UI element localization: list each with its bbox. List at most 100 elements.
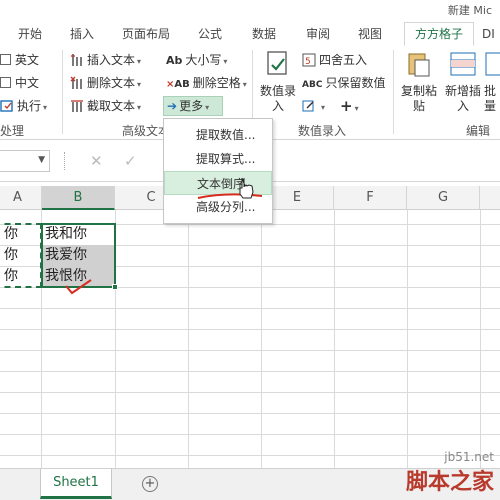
group-label-process: 处理 — [0, 124, 25, 138]
tab-insert[interactable]: 插入 — [62, 24, 102, 46]
chevron-down-icon: ▾ — [242, 80, 247, 89]
batch-label-2: 量 — [484, 99, 497, 113]
case-icon: Ab — [166, 54, 183, 67]
more-button[interactable]: ➔ 更多 ▾ — [163, 96, 223, 116]
chevron-down-icon: ▾ — [137, 103, 142, 112]
gridline — [407, 210, 408, 468]
batch-icon — [485, 52, 500, 76]
round-button[interactable]: 5 四舍五入 — [302, 50, 367, 70]
batch-label-1: 批 — [484, 84, 497, 98]
chevron-down-icon: ▾ — [223, 57, 228, 66]
confirm-icon[interactable]: ✓ — [124, 152, 137, 170]
keep-values-label: 只保留数值 — [325, 76, 386, 90]
chinese-option[interactable]: 中文 — [0, 73, 39, 93]
insert-text-button[interactable]: 插入文本 ▾ — [70, 50, 141, 70]
insert-text-icon — [71, 53, 82, 66]
chinese-label: 中文 — [15, 76, 40, 90]
copy-paste-label-1: 复制粘 — [400, 84, 437, 98]
clipboard-icon — [408, 53, 430, 77]
keep-values-icon: ABC — [302, 80, 323, 90]
tab-review[interactable]: 审阅 — [298, 24, 338, 46]
svg-text:5: 5 — [305, 57, 311, 67]
underline-annotation — [197, 193, 263, 199]
english-checkbox[interactable] — [0, 54, 11, 65]
group-label-value-input: 数值录入 — [298, 124, 347, 138]
gridline — [261, 210, 262, 468]
menu-item-extract-formulas[interactable]: 提取算式... — [164, 147, 272, 171]
add-sheet-icon[interactable]: + — [142, 476, 158, 492]
name-box[interactable]: ▼ — [0, 150, 50, 172]
fill-handle[interactable] — [112, 284, 118, 290]
copy-paste-button[interactable]: 复制粘 贴 — [398, 50, 440, 114]
extract-text-icon — [71, 99, 83, 112]
gridline — [334, 210, 335, 468]
tab-page-layout[interactable]: 页面布局 — [114, 24, 178, 46]
batch-button[interactable]: 批 量 — [484, 50, 500, 114]
copy-marquee — [0, 223, 42, 288]
chevron-down-icon: ▾ — [137, 57, 142, 66]
round-icon: 5 — [302, 53, 316, 67]
column-header-f[interactable]: F — [334, 186, 407, 210]
ribbon-tabs: 开始 插入 页面布局 公式 数据 审阅 视图 方方格子 DI — [0, 20, 500, 66]
tab-data[interactable]: 数据 — [244, 24, 284, 46]
delete-text-label: 删除文本 — [87, 76, 136, 90]
gridline — [188, 210, 189, 468]
column-header-b[interactable]: B — [42, 186, 115, 210]
tab-di[interactable]: DI — [482, 24, 500, 46]
keep-values-button[interactable]: ABC 只保留数值 — [302, 73, 385, 93]
extract-text-label: 截取文本 — [87, 99, 136, 113]
watermark-url: jb51.net — [444, 450, 494, 464]
arrow-right-icon: ➔ — [167, 99, 178, 113]
english-option[interactable]: 英文 — [0, 50, 39, 70]
execute-label: 执行 — [17, 99, 42, 113]
extract-text-button[interactable]: 截取文本 ▾ — [70, 96, 141, 116]
column-header-a[interactable]: A — [0, 186, 42, 210]
add-button[interactable]: + ▾ — [340, 96, 359, 116]
chevron-down-icon[interactable]: ▼ — [38, 155, 45, 165]
chevron-down-icon: ▾ — [354, 104, 359, 113]
tab-formulas[interactable]: 公式 — [190, 24, 230, 46]
english-label: 英文 — [15, 53, 40, 67]
gridline — [0, 350, 500, 351]
chevron-down-icon: ▾ — [321, 103, 326, 112]
add-insert-button[interactable]: 新增插 入 — [442, 50, 484, 114]
chevron-down-icon: ▾ — [137, 80, 142, 89]
tab-home[interactable]: 开始 — [10, 24, 50, 46]
gridline — [0, 329, 500, 330]
watermark-name: 脚本之家 — [405, 469, 494, 495]
delete-space-label: 删除空格 — [192, 76, 241, 90]
delete-space-button[interactable]: ×AB 删除空格 ▾ — [166, 73, 247, 93]
gridline — [0, 434, 500, 435]
tab-fangfang-gezi[interactable]: 方方格子 — [404, 22, 474, 46]
value-input-label-2: 入 — [271, 99, 284, 113]
cursor-icon — [239, 177, 254, 199]
execute-icon — [0, 99, 13, 112]
edit-cell-icon — [302, 100, 314, 111]
delete-text-button[interactable]: 删除文本 ▾ — [70, 73, 141, 93]
column-header-g[interactable]: G — [407, 186, 480, 210]
title-bar: 新建 Mic — [0, 0, 500, 20]
chevron-down-icon: ▾ — [205, 103, 210, 112]
more-dropdown-menu: 提取数值... 提取算式... 文本倒序 高级分列... — [163, 118, 273, 224]
formula-separator — [64, 152, 66, 170]
execute-button[interactable]: 执行 ▾ — [0, 96, 47, 116]
cancel-icon[interactable]: ✕ — [90, 152, 103, 170]
chevron-down-icon: ▾ — [43, 103, 48, 112]
menu-item-extract-values[interactable]: 提取数值... — [164, 123, 272, 147]
insert-rows-icon — [450, 52, 476, 76]
copy-paste-label-2: 贴 — [412, 99, 425, 113]
delete-text-icon — [70, 76, 82, 89]
gridline — [0, 371, 500, 372]
check-mark-annotation — [65, 279, 92, 295]
value-input-icon — [267, 51, 287, 75]
case-button[interactable]: Ab 大小写 ▾ — [166, 50, 227, 70]
sheet-tab-sheet1[interactable]: Sheet1 — [40, 469, 112, 499]
value-input-button[interactable]: 数值录 入 — [258, 50, 298, 114]
group-separator — [62, 50, 63, 134]
format-button[interactable]: ▾ — [302, 96, 325, 116]
more-label: 更多 — [179, 99, 204, 113]
round-label: 四舍五入 — [319, 53, 368, 67]
chinese-checkbox[interactable] — [0, 77, 11, 88]
tab-view[interactable]: 视图 — [350, 24, 390, 46]
group-label-edit: 编辑 — [466, 124, 491, 138]
